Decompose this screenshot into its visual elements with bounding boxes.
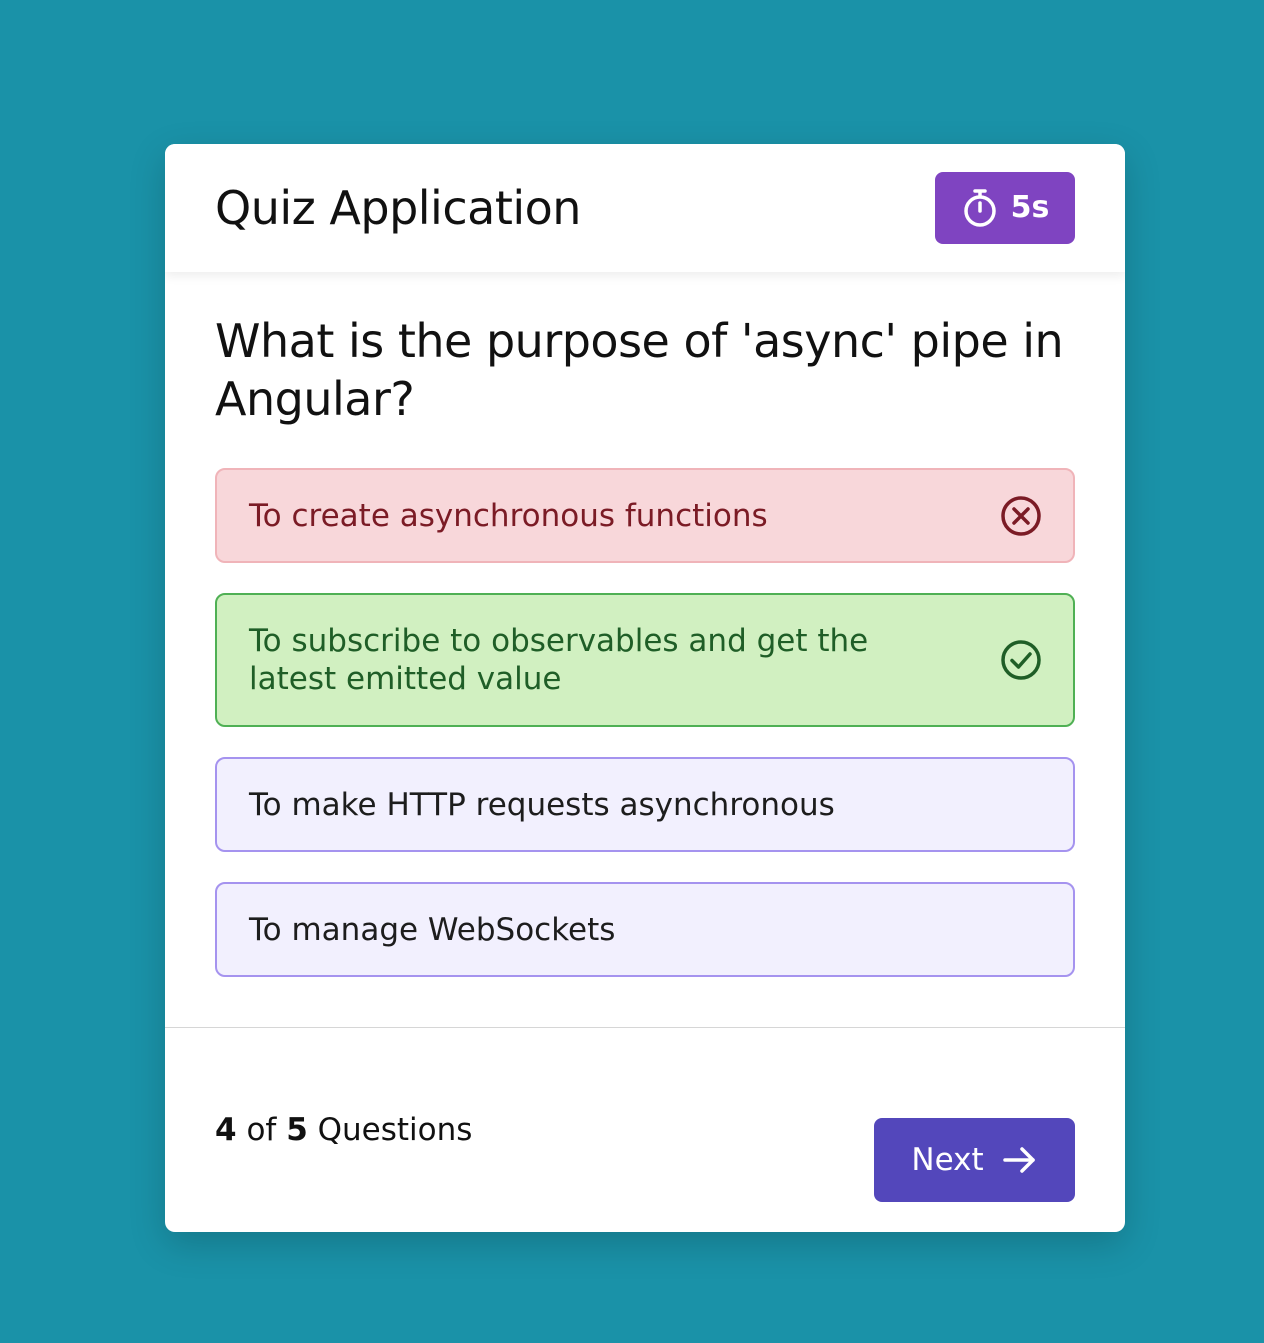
progress-questions-text: Questions xyxy=(317,1112,473,1148)
quiz-header: Quiz Application 5s xyxy=(165,144,1125,272)
question-text: What is the purpose of 'async' pipe in A… xyxy=(215,314,1064,426)
option-label: To subscribe to observables and get the … xyxy=(249,623,869,697)
stopwatch-icon xyxy=(963,189,996,227)
timer-value: 5s xyxy=(1010,190,1050,225)
answer-option-1[interactable]: To create asynchronous functions xyxy=(215,468,1075,563)
next-button-label: Next xyxy=(911,1142,984,1178)
footer-divider xyxy=(165,1027,1125,1028)
option-label: To create asynchronous functions xyxy=(249,497,768,534)
current-question-number: 4 xyxy=(215,1112,237,1148)
option-label: To make HTTP requests asynchronous xyxy=(249,786,835,823)
timer-badge: 5s xyxy=(935,172,1075,244)
answer-option-3[interactable]: To make HTTP requests asynchronous xyxy=(215,757,1075,852)
x-circle-icon xyxy=(1001,495,1041,536)
next-button[interactable]: Next xyxy=(874,1118,1075,1202)
progress-of-text: of xyxy=(246,1112,277,1148)
answer-option-4[interactable]: To manage WebSockets xyxy=(215,882,1075,977)
total-questions-number: 5 xyxy=(286,1112,308,1148)
quiz-card: Quiz Application 5s What is the purpose … xyxy=(165,144,1125,1232)
app-title: Quiz Application xyxy=(215,181,581,235)
check-circle-icon xyxy=(1001,640,1041,680)
question-progress: 4 of 5 Questions xyxy=(215,1110,472,1150)
option-label: To manage WebSockets xyxy=(249,911,616,948)
arrow-right-icon xyxy=(1002,1147,1035,1173)
answer-option-2[interactable]: To subscribe to observables and get the … xyxy=(215,593,1075,727)
